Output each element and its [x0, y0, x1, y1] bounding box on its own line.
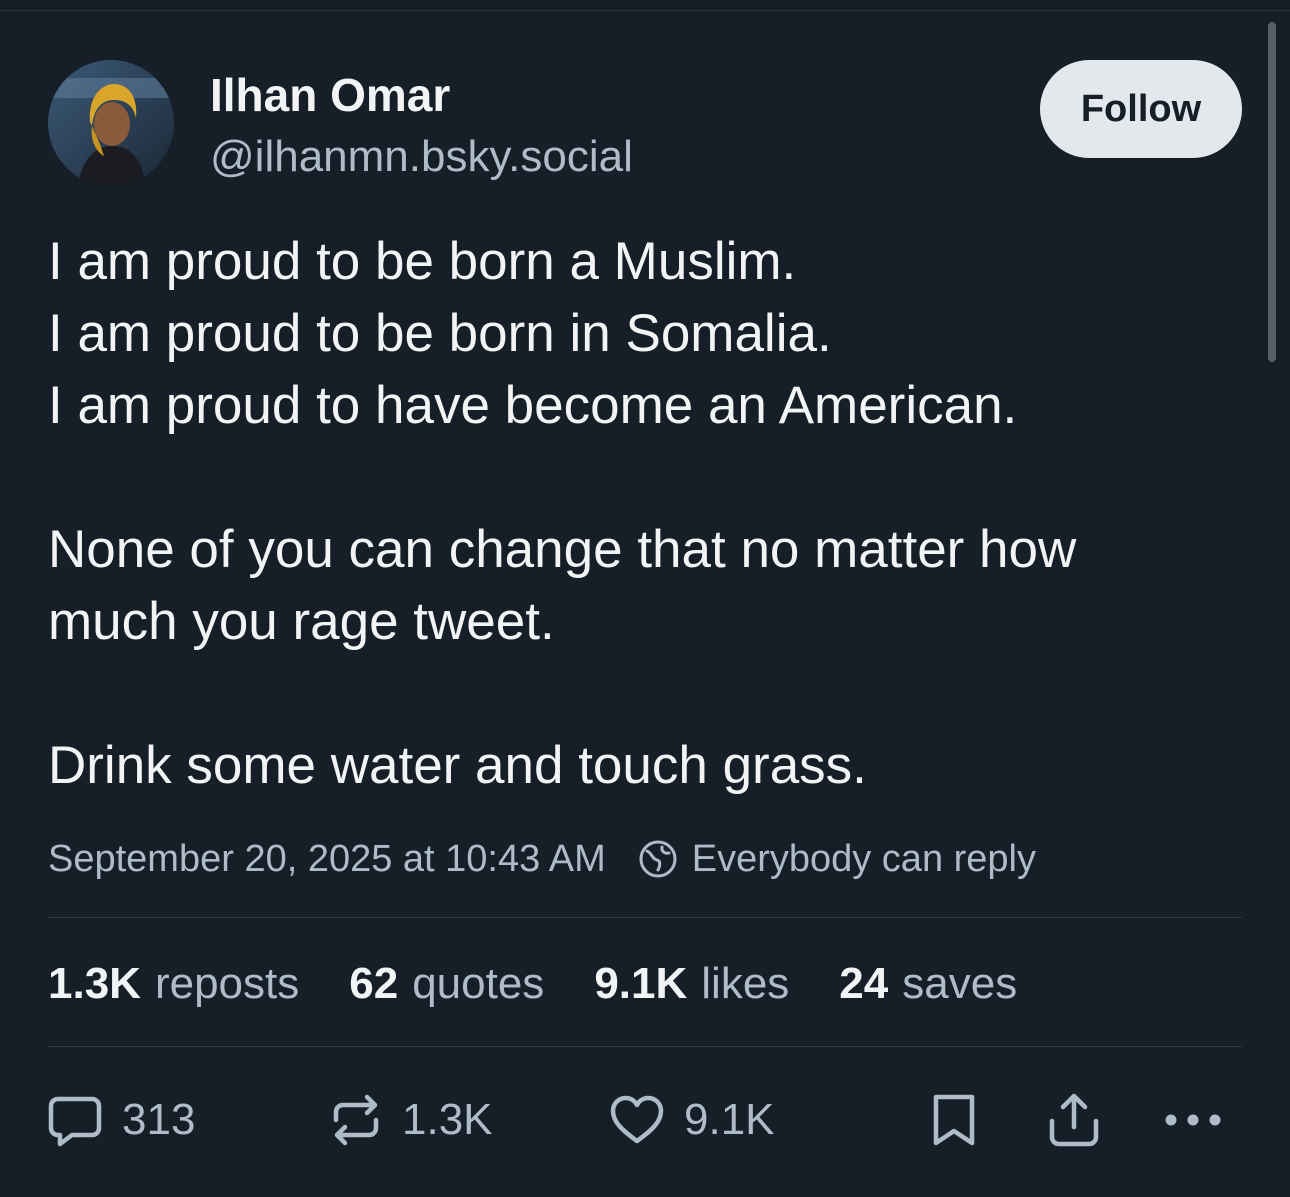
reposts-label: reposts: [154, 959, 300, 1008]
post-line: Drink some water and touch grass.: [48, 736, 867, 795]
post-line: I am proud to be born a Muslim.: [48, 232, 797, 291]
reply-count: 313: [122, 1095, 196, 1144]
quotes-label: quotes: [412, 959, 545, 1008]
reply-button[interactable]: 313: [46, 1090, 195, 1150]
globe-icon: [638, 839, 678, 879]
likes-count: 9.1K: [594, 959, 688, 1008]
like-count: 9.1K: [684, 1095, 775, 1144]
post-line: much you rage tweet.: [48, 592, 555, 651]
likes-stat[interactable]: 9.1K likes: [594, 959, 789, 1009]
heart-icon: [610, 1095, 664, 1144]
post-line: I am proud to have become an American.: [48, 376, 1018, 435]
saves-count: 24: [839, 959, 889, 1008]
scrollbar[interactable]: [1268, 22, 1276, 362]
top-divider: [0, 10, 1290, 11]
post-meta: September 20, 2025 at 10:43 AM Everybody…: [48, 832, 1036, 886]
display-name[interactable]: Ilhan Omar: [210, 68, 450, 122]
share-upload-icon: [1049, 1093, 1099, 1147]
avatar[interactable]: [48, 60, 174, 186]
repost-button[interactable]: 1.3K: [328, 1090, 493, 1150]
post-timestamp[interactable]: September 20, 2025 at 10:43 AM: [48, 838, 606, 881]
saves-stat[interactable]: 24 saves: [839, 959, 1017, 1009]
divider: [48, 917, 1242, 918]
likes-label: likes: [701, 959, 790, 1008]
engagement-stats: 1.3K reposts 62 quotes 9.1K likes 24 sav…: [48, 953, 1067, 1015]
avatar-image: [48, 60, 174, 186]
handle[interactable]: @ilhanmn.bsky.social: [210, 132, 633, 182]
share-button[interactable]: [1046, 1090, 1102, 1150]
speech-bubble-icon: [48, 1096, 102, 1147]
quotes-stat[interactable]: 62 quotes: [349, 959, 544, 1009]
bookmark-icon: [933, 1094, 975, 1146]
quotes-count: 62: [349, 959, 399, 1008]
post-blank-line: [48, 658, 1248, 730]
post-line: I am proud to be born in Somalia.: [48, 304, 832, 363]
like-button[interactable]: 9.1K: [608, 1090, 775, 1150]
more-options-button[interactable]: [1162, 1090, 1224, 1150]
post-line: None of you can change that no matter ho…: [48, 520, 1077, 579]
divider: [48, 1046, 1242, 1047]
saves-label: saves: [902, 959, 1018, 1008]
ellipsis-icon: [1165, 1114, 1221, 1126]
post-blank-line: [48, 442, 1248, 514]
follow-button[interactable]: Follow: [1040, 60, 1242, 158]
reply-setting[interactable]: Everybody can reply: [692, 838, 1036, 881]
repost-count: 1.3K: [402, 1095, 493, 1144]
reposts-stat[interactable]: 1.3K reposts: [48, 959, 299, 1009]
reposts-count: 1.3K: [48, 959, 141, 1008]
post-text: I am proud to be born a Muslim. I am pro…: [48, 226, 1248, 802]
repost-arrows-icon: [333, 1094, 379, 1146]
save-button[interactable]: [928, 1090, 980, 1150]
